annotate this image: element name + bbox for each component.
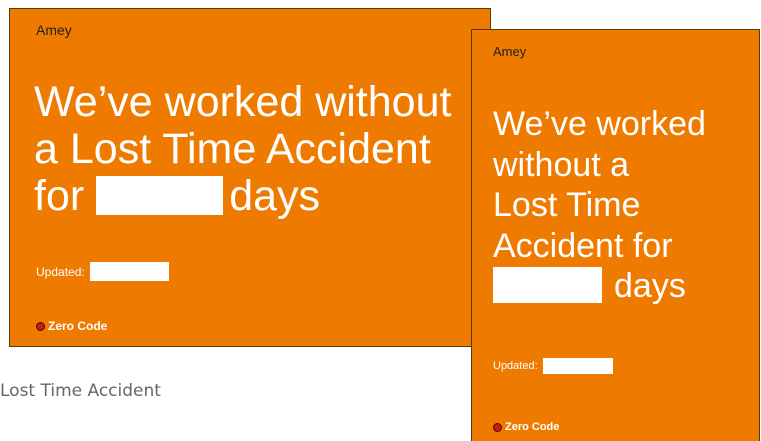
- zero-code-badge: Zero Code: [36, 319, 107, 333]
- red-dot-icon: [493, 422, 502, 432]
- updated-row: Updated:: [493, 358, 613, 374]
- headline-text: days: [614, 267, 686, 305]
- headline-line: days: [493, 266, 753, 307]
- headline-text: days: [229, 172, 321, 220]
- updated-row: Updated:: [36, 262, 169, 281]
- headline-line: without a: [493, 145, 630, 184]
- brand-label: Amey: [36, 22, 72, 38]
- headline-text: for: [34, 172, 85, 220]
- headline-line: Lost Time: [493, 186, 641, 224]
- updated-date-field[interactable]: [542, 358, 613, 374]
- headline-line: We’ve worked without: [34, 78, 452, 126]
- zero-code-badge: Zero Code: [493, 421, 559, 433]
- days-count-field[interactable]: [96, 176, 224, 216]
- headline-line: We’ve worked: [493, 105, 706, 143]
- headline-line: a Lost Time Accident: [34, 125, 431, 173]
- zero-code-label: Zero Code: [48, 319, 108, 333]
- headline: We’ve worked without a Lost Time Acciden…: [493, 104, 753, 307]
- portrait-sign: Amey We’ve worked without a Lost Time Ac…: [471, 29, 760, 441]
- headline-line: Accident for: [493, 226, 673, 265]
- days-count-field[interactable]: [493, 267, 602, 304]
- zero-code-label: Zero Code: [505, 421, 560, 433]
- red-dot-icon: [36, 321, 45, 331]
- updated-label: Updated:: [36, 264, 85, 279]
- headline: We’ve worked without a Lost Time Acciden…: [34, 79, 484, 220]
- updated-label: Updated:: [493, 360, 538, 372]
- brand-label: Amey: [493, 44, 527, 59]
- updated-date-field[interactable]: [89, 262, 169, 281]
- caption: Lost Time Accident: [0, 381, 161, 401]
- landscape-sign: Amey We’ve worked without a Lost Time Ac…: [9, 8, 491, 347]
- headline-line: for days: [34, 173, 484, 220]
